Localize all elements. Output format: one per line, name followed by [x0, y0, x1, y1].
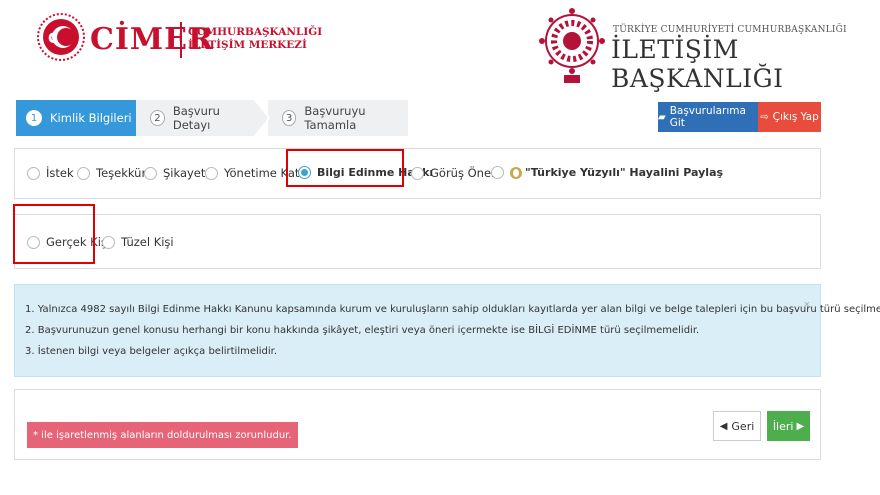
- arrow-left-icon: ◀: [719, 420, 728, 432]
- highlight-box-bilgi-edinme: [286, 149, 404, 187]
- highlight-box-gercek-kisi: [13, 204, 95, 264]
- step-label: Başvuru Detayı: [172, 104, 220, 132]
- radio-turkiye-yuzyili[interactable]: "Türkiye Yüzyılı" Hayalini Paylaş: [491, 166, 723, 179]
- sign-out-icon: ⇨: [760, 111, 769, 123]
- ileri-button[interactable]: İleri ▶: [767, 411, 810, 441]
- close-icon[interactable]: ×: [804, 299, 810, 311]
- geri-label: Geri: [731, 419, 755, 433]
- cimer-logo-icon: C: [37, 13, 85, 61]
- iletisim-baskanligi-emblem-icon: [539, 8, 605, 83]
- step-number: 2: [150, 110, 165, 126]
- folder-open-icon: ▰: [658, 111, 666, 123]
- radio-label: Tüzel Kişi: [121, 235, 174, 249]
- step-number: 3: [282, 110, 297, 126]
- ib-title: İLETİŞİM BAŞKANLIĞI: [611, 35, 784, 93]
- info-alert: 1. Yalnızca 4982 sayılı Bilgi Edinme Hak…: [14, 284, 880, 377]
- svg-text:C: C: [48, 31, 58, 47]
- radio-circle[interactable]: [411, 166, 424, 180]
- step-label: Başvuruyu Tamamla: [304, 104, 366, 132]
- ileri-label: İleri: [772, 419, 794, 433]
- required-fields-note: * ile işaretlenmiş alanların doldurulmas…: [27, 422, 298, 448]
- cikis-yap-button[interactable]: ⇨ Çıkış Yap: [758, 102, 821, 132]
- radio-circle[interactable]: [205, 166, 218, 180]
- radio-tesekkur[interactable]: Teşekkür: [77, 166, 146, 180]
- info-line-3: 3. İstenen bilgi veya belgeler açıkça be…: [25, 346, 278, 357]
- radio-label: "Türkiye Yüzyılı" Hayalini Paylaş: [525, 166, 724, 179]
- step-number: 1: [26, 110, 42, 126]
- radio-label: Şikayet: [163, 166, 206, 180]
- cimer-subtitle-line1: CUMHURBAŞKANLIĞI: [188, 26, 323, 38]
- radio-circle[interactable]: [27, 166, 40, 180]
- step-kimlik-bilgileri[interactable]: 1 Kimlik Bilgileri: [16, 100, 150, 136]
- radio-circle[interactable]: [491, 166, 504, 179]
- application-type-panel: İstek Teşekkür Şikayet Yönetime Katı Bil…: [14, 148, 821, 199]
- radio-sikayet[interactable]: Şikayet: [144, 166, 205, 180]
- info-line-1: 1. Yalnızca 4982 sayılı Bilgi Edinme Hak…: [25, 304, 880, 315]
- cimer-subtitle-line2: İLETİŞİM MERKEZİ: [188, 39, 307, 51]
- basvurularima-git-label: Başvurularıma Git: [669, 105, 746, 129]
- header: C CİMER CUMHURBAŞKANLIĞI İLETİŞİM MERKEZ…: [0, 0, 880, 93]
- radio-gorus-oneri[interactable]: Görüş Öneri: [411, 166, 499, 180]
- step-label: Kimlik Bilgileri: [50, 111, 132, 125]
- cikis-yap-label: Çıkış Yap: [772, 111, 819, 123]
- radio-circle[interactable]: [102, 235, 115, 249]
- radio-label: Teşekkür: [96, 166, 147, 180]
- cimer-subtitle: CUMHURBAŞKANLIĞI İLETİŞİM MERKEZİ: [188, 26, 322, 52]
- radio-circle[interactable]: [144, 166, 157, 180]
- radio-label: Görüş Öneri: [430, 166, 499, 180]
- turkiye-yuzyili-logo-icon: [510, 166, 522, 179]
- ib-top-line: TÜRKİYE CUMHURİYETİ CUMHURBAŞKANLIĞI: [613, 25, 847, 35]
- person-type-panel: Gerçek Kişi Tüzel Kişi: [14, 214, 821, 269]
- form-footer: * ile işaretlenmiş alanların doldurulmas…: [14, 389, 821, 460]
- info-line-2: 2. Başvurunuzun genel konusu herhangi bi…: [25, 325, 700, 336]
- info-lines: 1. Yalnızca 4982 sayılı Bilgi Edinme Hak…: [25, 299, 880, 362]
- step-basvuru-detayi[interactable]: 2 Başvuru Detayı: [136, 100, 270, 136]
- geri-button[interactable]: ◀ Geri: [713, 411, 761, 441]
- cimer-separator: [180, 22, 182, 58]
- step-basvuruyu-tamamla[interactable]: 3 Başvuruyu Tamamla: [268, 100, 408, 136]
- arrow-right-icon: ▶: [796, 420, 805, 432]
- radio-circle[interactable]: [77, 166, 90, 180]
- radio-label: İstek: [46, 166, 74, 180]
- radio-tuzel-kisi[interactable]: Tüzel Kişi: [102, 235, 174, 249]
- radio-istek[interactable]: İstek: [27, 166, 74, 180]
- basvurularima-git-button[interactable]: ▰ Başvurularıma Git: [658, 102, 758, 132]
